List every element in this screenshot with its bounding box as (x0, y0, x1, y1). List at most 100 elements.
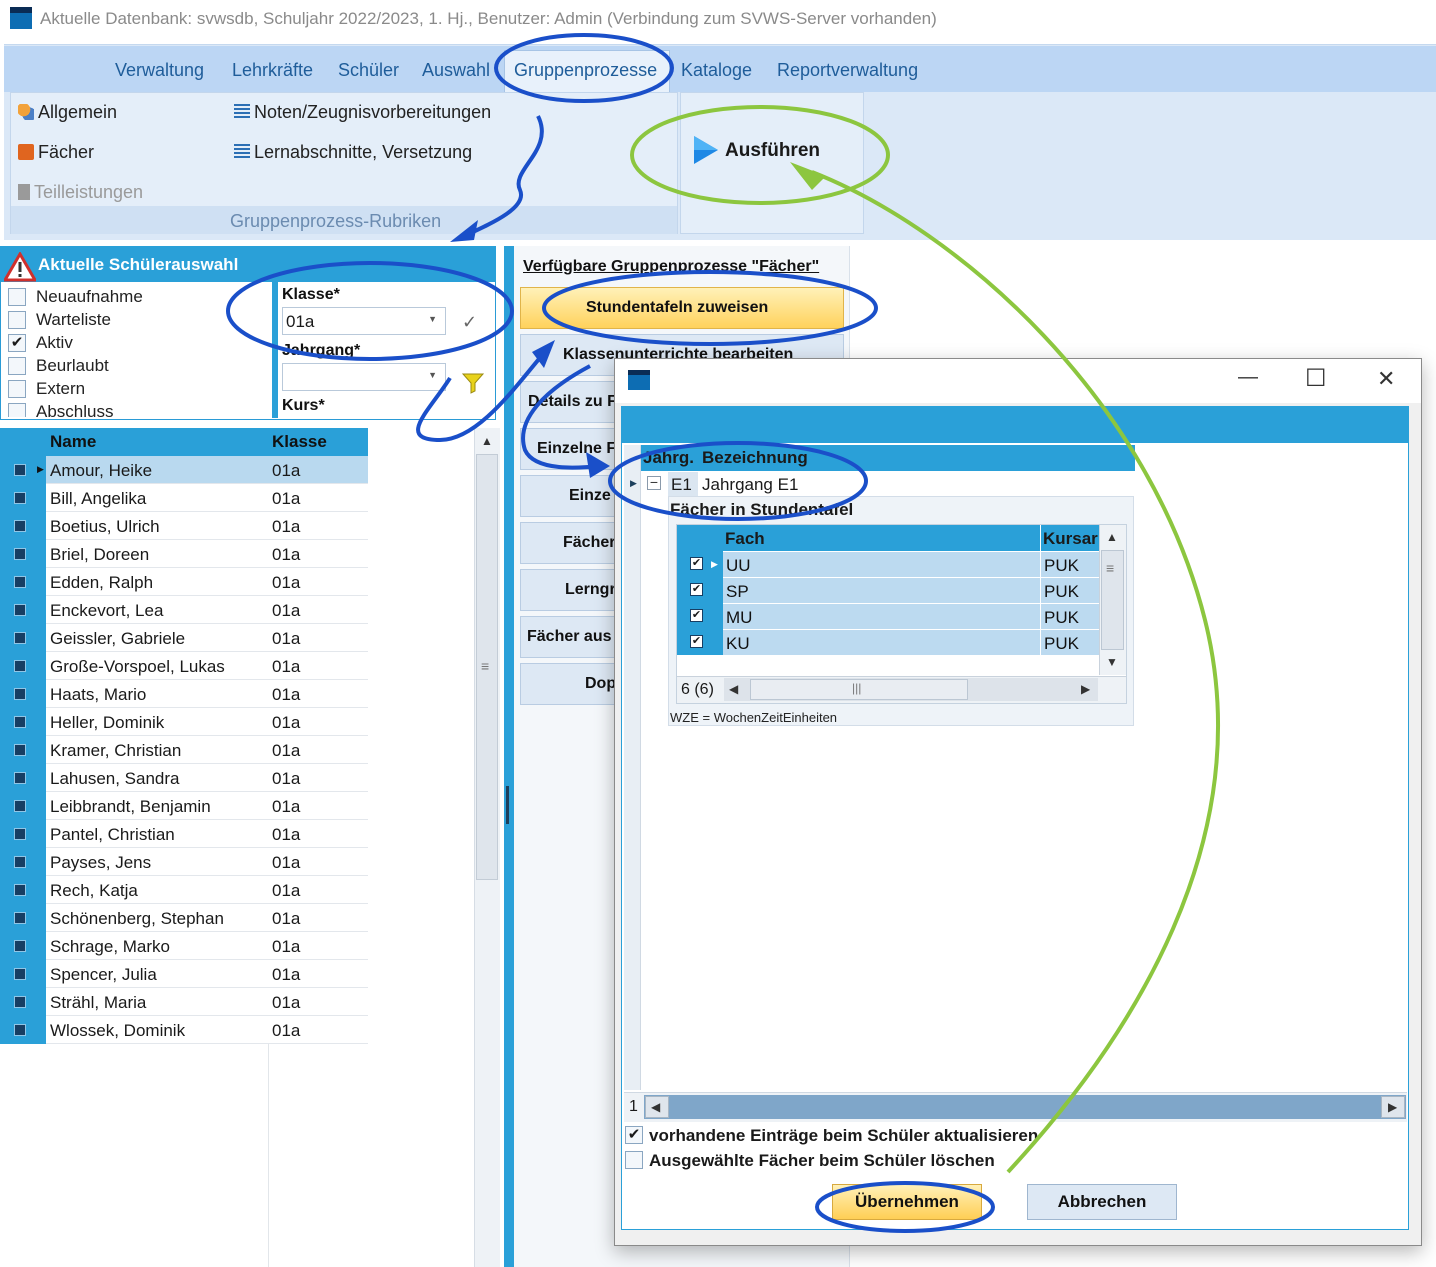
collapse-icon[interactable]: − (647, 475, 661, 490)
extern-checkbox[interactable] (8, 380, 26, 398)
row-select-checkbox[interactable] (14, 744, 26, 756)
row-select-checkbox[interactable] (14, 660, 26, 672)
kursart-cell: PUK (1044, 634, 1079, 653)
noten-label: Noten/Zeugnisvorbereitungen (254, 102, 492, 122)
allgemein-button[interactable]: Allgemein (18, 102, 117, 123)
scroll-left-arrow-icon: ◀ (651, 1100, 661, 1114)
row-select-checkbox[interactable] (14, 856, 26, 868)
column-header-bezeichnung[interactable]: Bezeichnung (702, 448, 808, 468)
close-icon[interactable]: ✕ (1377, 366, 1395, 392)
warteliste-checkbox[interactable] (8, 311, 26, 329)
loeschen-checkbox[interactable] (625, 1151, 643, 1169)
student-klasse-cell: 01a (272, 713, 301, 732)
fach-cell: KU (726, 634, 750, 653)
row-select-checkbox[interactable] (14, 772, 26, 784)
row-select-checkbox[interactable] (14, 716, 26, 728)
student-name-cell: Enckevort, Lea (50, 601, 164, 620)
row-select-checkbox[interactable] (14, 912, 26, 924)
dop-label: Dop (585, 675, 617, 692)
filter-icon[interactable] (462, 372, 484, 394)
fach-checkbox[interactable]: ✔ (690, 609, 703, 622)
kurs-label: Kurs* (282, 397, 325, 414)
scroll-right-arrow-icon[interactable]: ▶ (1081, 682, 1090, 696)
student-klasse-cell: 01a (272, 517, 301, 536)
row-select-checkbox[interactable] (14, 996, 26, 1008)
minimize-icon[interactable]: — (1238, 366, 1258, 389)
row-select-checkbox[interactable] (14, 1024, 26, 1036)
row-select-checkbox[interactable] (14, 940, 26, 952)
fach-row[interactable] (723, 604, 1099, 630)
abschluss-checkbox[interactable] (8, 403, 26, 417)
aktualisieren-checkbox[interactable]: ✔ (625, 1126, 643, 1144)
group-caption: Gruppenprozess-Rubriken (230, 211, 442, 231)
row-select-checkbox[interactable] (14, 828, 26, 840)
column-header-fach[interactable]: Fach (725, 529, 765, 549)
klasse-combo[interactable]: 01a ▼ (282, 307, 446, 335)
column-header-klasse[interactable]: Klasse (272, 432, 327, 452)
dialog-hscrollbar[interactable] (644, 1095, 1406, 1119)
tab-schueler[interactable]: Schüler (338, 60, 399, 81)
row-select-checkbox[interactable] (14, 604, 26, 616)
fach-row[interactable] (723, 552, 1099, 578)
student-name-cell: Haats, Mario (50, 685, 147, 704)
row-select-checkbox[interactable] (14, 464, 26, 476)
scroll-down-arrow-icon[interactable]: ▼ (1106, 655, 1118, 669)
scroll-up-arrow-icon[interactable]: ▲ (1106, 530, 1118, 544)
tab-kataloge[interactable]: Kataloge (681, 60, 752, 81)
splitter-grip[interactable] (506, 786, 509, 824)
column-header-name[interactable]: Name (50, 432, 96, 452)
tab-gruppenprozesse[interactable]: Gruppenprozesse (514, 60, 657, 81)
scroll-left-button[interactable]: ◀ (645, 1096, 669, 1118)
row-select-checkbox[interactable] (14, 968, 26, 980)
fach-row[interactable] (723, 578, 1099, 604)
scroll-right-button[interactable]: ▶ (1381, 1096, 1405, 1118)
row-select-checkbox[interactable] (14, 576, 26, 588)
scroll-left-arrow-icon[interactable]: ◀ (729, 682, 738, 696)
splitter[interactable] (504, 246, 514, 1267)
dialog-title-bar (615, 359, 1421, 403)
fach-checkbox[interactable]: ✔ (690, 557, 703, 570)
briefcase-icon (18, 144, 34, 160)
row-select-checkbox[interactable] (14, 632, 26, 644)
jahrgang-combo[interactable]: ▼ (282, 363, 446, 391)
student-klasse-cell: 01a (272, 657, 301, 676)
row-select-checkbox[interactable] (14, 548, 26, 560)
tab-auswahl[interactable]: Auswahl (422, 60, 490, 81)
student-name-cell: Heller, Dominik (50, 713, 165, 732)
faecher-aus-label: Fächer aus (527, 628, 612, 645)
abbrechen-button[interactable]: Abbrechen (1027, 1184, 1177, 1220)
faecher-button[interactable]: Fächer (18, 142, 94, 163)
student-klasse-cell: 01a (272, 545, 301, 564)
row-select-checkbox[interactable] (14, 688, 26, 700)
lernabschnitte-button[interactable]: Lernabschnitte, Versetzung (234, 142, 472, 163)
tab-reportverwaltung[interactable]: Reportverwaltung (777, 60, 918, 81)
fach-checkbox[interactable]: ✔ (690, 635, 703, 648)
row-select-checkbox[interactable] (14, 520, 26, 532)
row-select-checkbox[interactable] (14, 884, 26, 896)
uebernehmen-button[interactable]: Übernehmen (832, 1184, 982, 1220)
noten-button[interactable]: Noten/Zeugnisvorbereitungen (234, 102, 491, 123)
beurlaubt-label: Beurlaubt (36, 356, 109, 375)
neuaufnahme-checkbox[interactable] (8, 288, 26, 306)
column-header-kursart[interactable]: Kursar (1043, 529, 1098, 549)
aktiv-checkbox[interactable]: ✔ (8, 334, 26, 352)
stundentafeln-zuweisen-button[interactable]: Stundentafeln zuweisen (520, 287, 844, 329)
master-row-indicator (624, 445, 641, 1090)
row-pointer-icon: ▶ (37, 464, 44, 474)
jahrgang-cell: E1 (671, 475, 692, 494)
student-name-cell: Geissler, Gabriele (50, 629, 186, 648)
tab-verwaltung[interactable]: Verwaltung (115, 60, 204, 81)
fach-row[interactable] (723, 630, 1099, 656)
status-filter-list: Neuaufnahme Warteliste ✔ Aktiv Beurlaubt… (8, 287, 270, 417)
student-klasse-cell: 01a (272, 741, 301, 760)
fach-checkbox[interactable]: ✔ (690, 583, 703, 596)
maximize-icon[interactable]: ☐ (1305, 364, 1327, 393)
scroll-up-arrow-icon[interactable]: ▲ (481, 434, 493, 448)
checkmark-icon[interactable]: ✓ (462, 312, 477, 333)
beurlaubt-checkbox[interactable] (8, 357, 26, 375)
row-select-checkbox[interactable] (14, 492, 26, 504)
row-select-checkbox[interactable] (14, 800, 26, 812)
tab-lehrkraefte[interactable]: Lehrkräfte (232, 60, 313, 81)
klasse-label: Klasse* (282, 286, 340, 303)
column-header-jahrgang[interactable]: Jahrg. (643, 448, 694, 468)
